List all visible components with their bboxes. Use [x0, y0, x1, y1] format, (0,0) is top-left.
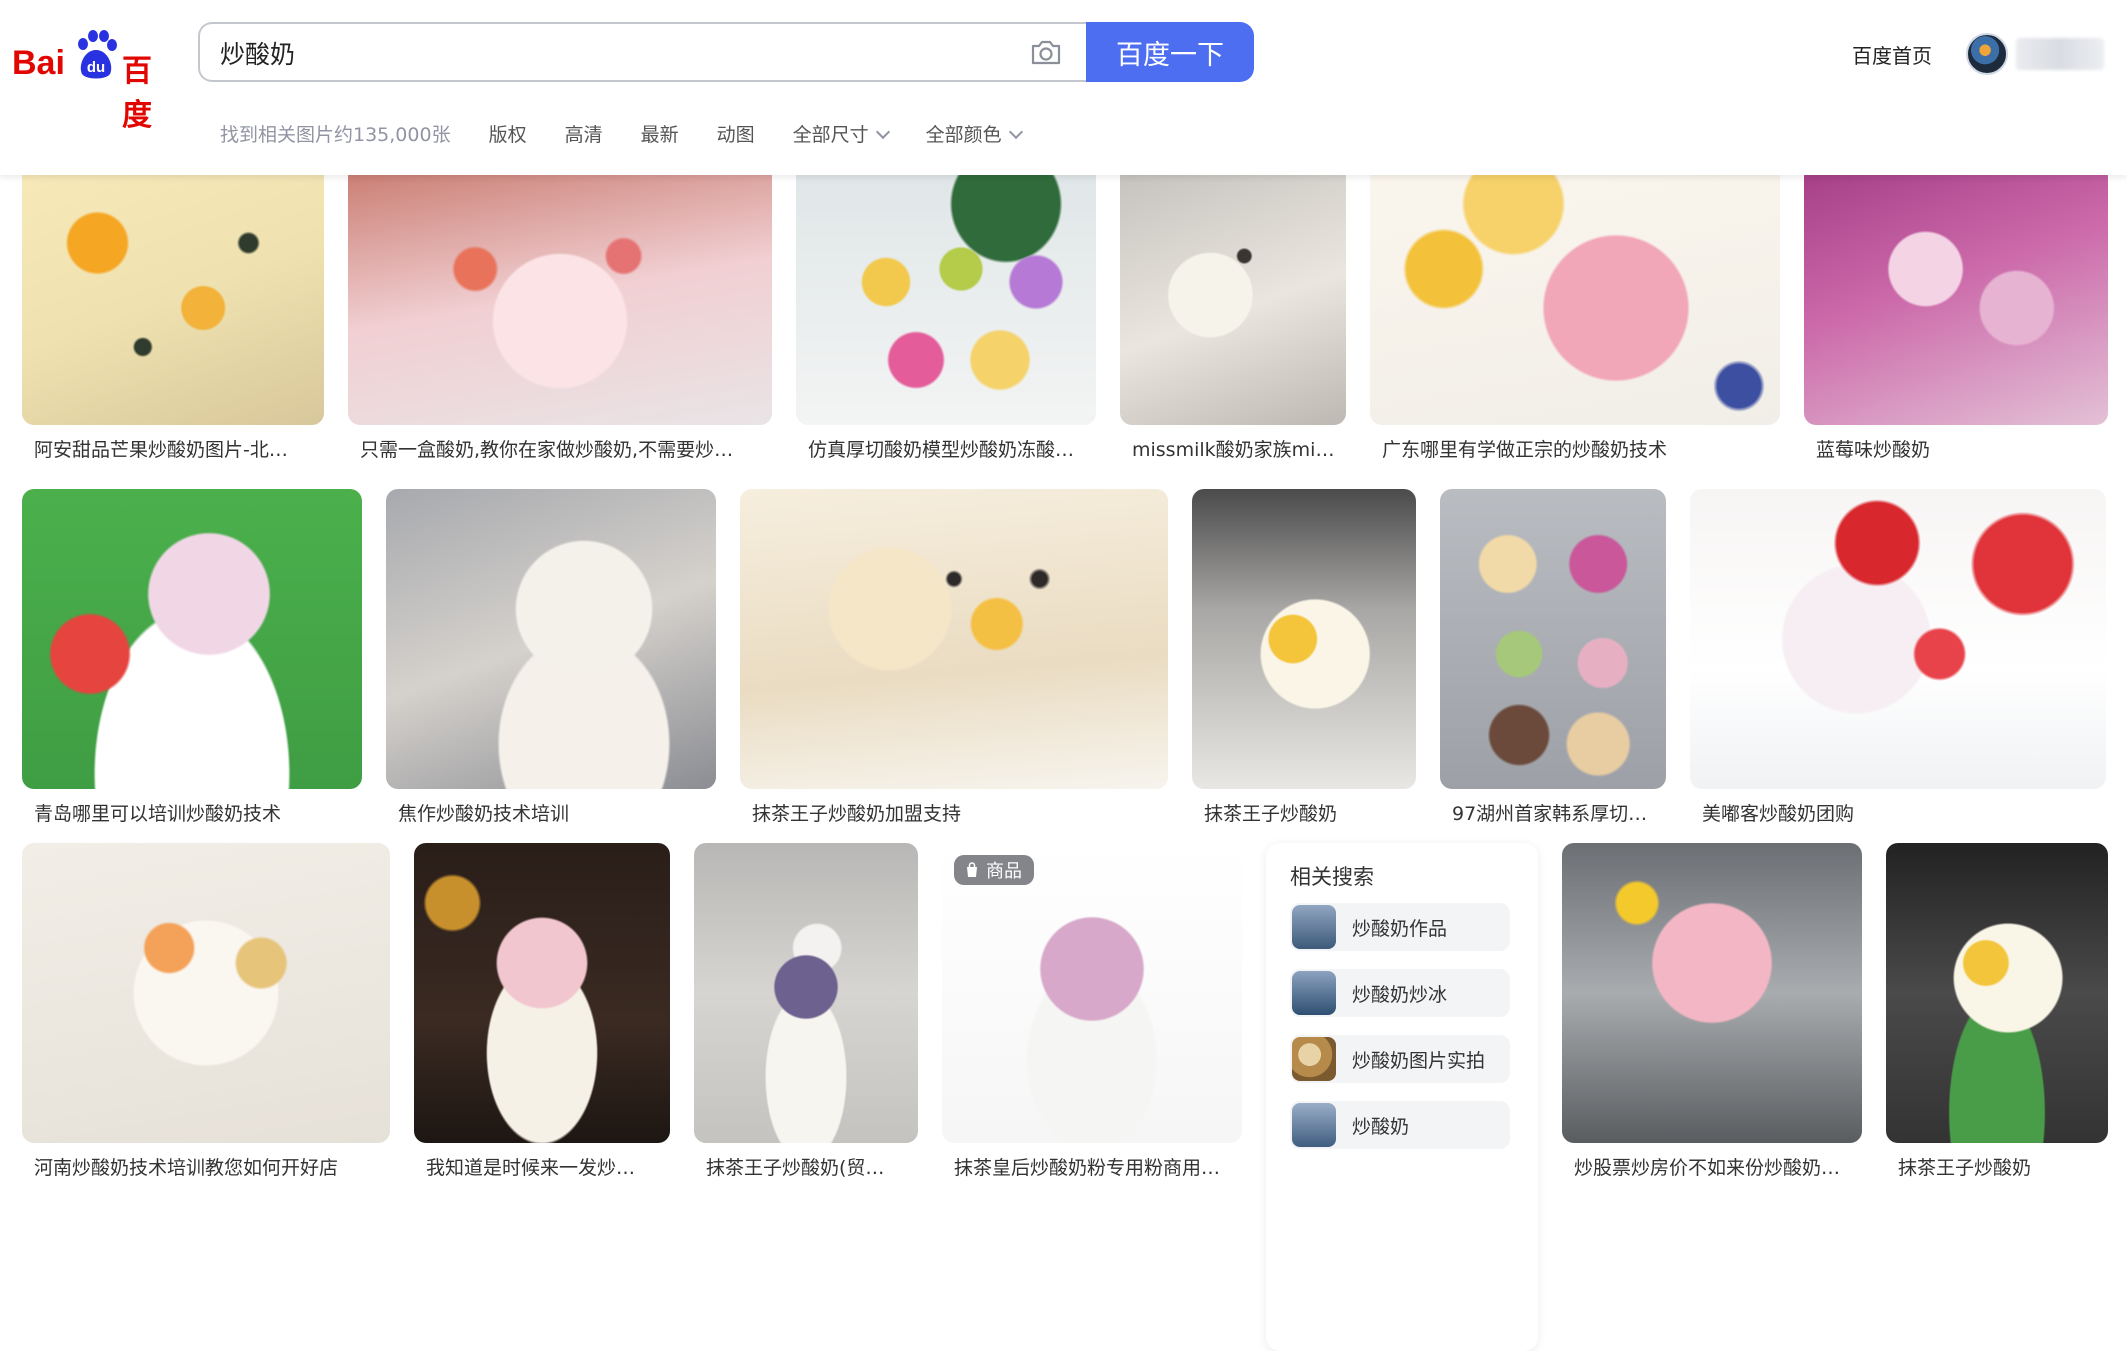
- result-image[interactable]: [1192, 489, 1416, 789]
- baidu-home-link[interactable]: 百度首页: [1852, 40, 1932, 69]
- result-caption[interactable]: 抹茶王子炒酸奶加盟支持: [752, 799, 1160, 826]
- chevron-down-icon: [875, 124, 890, 139]
- result-image[interactable]: [694, 843, 918, 1143]
- result-card[interactable]: 仿真厚切酸奶模型炒酸奶冻酸…: [796, 165, 1096, 465]
- result-card[interactable]: 焦作炒酸奶技术培训: [386, 489, 716, 829]
- related-search-label: 炒酸奶: [1352, 1115, 1410, 1138]
- svg-text:du: du: [87, 59, 105, 76]
- related-search-label: 炒酸奶图片实拍: [1352, 1049, 1486, 1072]
- filter-color-label: 全部颜色: [925, 123, 1002, 146]
- result-caption[interactable]: 仿真厚切酸奶模型炒酸奶冻酸…: [808, 435, 1088, 462]
- username-blurred[interactable]: [2016, 38, 2104, 70]
- result-image[interactable]: [22, 489, 362, 789]
- result-image[interactable]: [1562, 843, 1862, 1143]
- filter-newest[interactable]: 最新: [641, 120, 679, 147]
- product-badge-label: 商品: [986, 861, 1022, 882]
- result-caption[interactable]: 广东哪里有学做正宗的炒酸奶技术: [1382, 435, 1772, 462]
- result-caption[interactable]: 97湖州首家韩系厚切…: [1452, 799, 1658, 826]
- result-card[interactable]: 美嘟客炒酸奶团购: [1690, 489, 2106, 829]
- filter-animated[interactable]: 动图: [717, 120, 755, 147]
- filter-bar: 找到相关图片约135,000张 版权 高清 最新 动图 全部尺寸 全部颜色: [220, 118, 1059, 148]
- result-caption[interactable]: 只需一盒酸奶,教你在家做炒酸奶,不需要炒…: [360, 435, 760, 462]
- result-image[interactable]: [1370, 165, 1780, 425]
- related-searches-title: 相关搜索: [1290, 865, 1374, 889]
- related-search-item[interactable]: 炒酸奶炒冰: [1290, 969, 1510, 1017]
- search-input[interactable]: [220, 36, 980, 70]
- result-image[interactable]: [22, 165, 324, 425]
- result-card[interactable]: 抹茶王子炒酸奶: [1886, 843, 2108, 1183]
- related-thumb: [1292, 905, 1336, 949]
- result-image[interactable]: [1690, 489, 2106, 789]
- related-searches-panel: 相关搜索 炒酸奶作品 炒酸奶炒冰 炒酸奶图片实拍 炒酸奶: [1266, 843, 1538, 1351]
- result-caption[interactable]: 我知道是时候来一发炒…: [426, 1153, 662, 1180]
- result-card[interactable]: 我知道是时候来一发炒…: [414, 843, 670, 1183]
- result-caption[interactable]: 抹茶皇后炒酸奶粉专用粉商用…: [954, 1153, 1234, 1180]
- result-image[interactable]: [348, 165, 772, 425]
- result-image[interactable]: [22, 843, 390, 1143]
- result-caption[interactable]: 抹茶王子炒酸奶(贸…: [706, 1153, 910, 1180]
- search-button[interactable]: 百度一下: [1086, 22, 1254, 82]
- top-bar: Bai du 百度 百度一下 百度首页 找到相关图片约135,000张 版权 高…: [0, 0, 2127, 175]
- filter-size-dropdown[interactable]: 全部尺寸: [792, 120, 890, 147]
- result-image[interactable]: [1886, 843, 2108, 1143]
- result-card[interactable]: 抹茶王子炒酸奶(贸…: [694, 843, 918, 1183]
- result-caption[interactable]: 青岛哪里可以培训炒酸奶技术: [34, 799, 354, 826]
- result-card[interactable]: 抹茶王子炒酸奶: [1192, 489, 1416, 829]
- result-card[interactable]: 抹茶王子炒酸奶加盟支持: [740, 489, 1168, 829]
- result-caption[interactable]: 焦作炒酸奶技术培训: [398, 799, 708, 826]
- related-search-item[interactable]: 炒酸奶: [1290, 1101, 1510, 1149]
- result-card[interactable]: 河南炒酸奶技术培训教您如何开好店: [22, 843, 390, 1183]
- result-card[interactable]: 炒股票炒房价不如来份炒酸奶…: [1562, 843, 1862, 1183]
- result-caption[interactable]: 炒股票炒房价不如来份炒酸奶…: [1574, 1153, 1854, 1180]
- result-card[interactable]: 商品 抹茶皇后炒酸奶粉专用粉商用…: [942, 843, 1242, 1183]
- related-thumb: [1292, 1037, 1336, 1081]
- result-image[interactable]: [386, 489, 716, 789]
- related-search-item[interactable]: 炒酸奶作品: [1290, 903, 1510, 951]
- result-image[interactable]: [1120, 165, 1346, 425]
- result-image[interactable]: [740, 489, 1168, 789]
- search-box[interactable]: [198, 22, 1088, 82]
- result-image[interactable]: [942, 843, 1242, 1143]
- result-card[interactable]: 蓝莓味炒酸奶: [1804, 165, 2108, 465]
- related-search-label: 炒酸奶炒冰: [1352, 983, 1448, 1006]
- filter-copyright[interactable]: 版权: [489, 120, 527, 147]
- related-thumb: [1292, 1103, 1336, 1147]
- result-card[interactable]: 97湖州首家韩系厚切…: [1440, 489, 1666, 829]
- shopping-bag-icon: [967, 862, 977, 877]
- result-card[interactable]: missmilk酸奶家族mi…: [1120, 165, 1346, 465]
- result-image[interactable]: [414, 843, 670, 1143]
- result-image[interactable]: [1440, 489, 1666, 789]
- result-caption[interactable]: missmilk酸奶家族mi…: [1132, 435, 1338, 462]
- logo-text-latin: Bai: [12, 44, 65, 82]
- result-caption[interactable]: 阿安甜品芒果炒酸奶图片-北…: [34, 435, 314, 462]
- result-image[interactable]: [1804, 165, 2108, 425]
- baidu-logo[interactable]: Bai du 百度: [12, 26, 172, 133]
- related-search-item[interactable]: 炒酸奶图片实拍: [1290, 1035, 1510, 1083]
- filter-hd[interactable]: 高清: [565, 120, 603, 147]
- result-caption[interactable]: 河南炒酸奶技术培训教您如何开好店: [34, 1153, 382, 1180]
- result-image[interactable]: [796, 165, 1096, 425]
- result-caption[interactable]: 抹茶王子炒酸奶: [1898, 1153, 2100, 1180]
- paw-logo-icon: du: [78, 30, 117, 79]
- filter-size-label: 全部尺寸: [792, 123, 869, 146]
- chevron-down-icon: [1008, 124, 1023, 139]
- image-results-grid: 阿安甜品芒果炒酸奶图片-北… 只需一盒酸奶,教你在家做炒酸奶,不需要炒… 仿真厚…: [0, 165, 2127, 1351]
- result-caption[interactable]: 蓝莓味炒酸奶: [1816, 435, 2100, 462]
- result-caption[interactable]: 抹茶王子炒酸奶: [1204, 799, 1408, 826]
- product-badge: 商品: [954, 855, 1034, 885]
- result-card[interactable]: 青岛哪里可以培训炒酸奶技术: [22, 489, 362, 829]
- related-thumb: [1292, 971, 1336, 1015]
- result-card[interactable]: 阿安甜品芒果炒酸奶图片-北…: [22, 165, 324, 465]
- result-caption[interactable]: 美嘟客炒酸奶团购: [1702, 799, 2098, 826]
- related-search-label: 炒酸奶作品: [1352, 917, 1448, 940]
- result-count: 找到相关图片约135,000张: [220, 123, 451, 146]
- result-card[interactable]: 只需一盒酸奶,教你在家做炒酸奶,不需要炒…: [348, 165, 772, 465]
- camera-icon[interactable]: [1030, 38, 1062, 66]
- logo-text-cn: 百度: [122, 54, 152, 133]
- result-card[interactable]: 广东哪里有学做正宗的炒酸奶技术: [1370, 165, 1780, 465]
- user-avatar[interactable]: [1966, 33, 2008, 75]
- filter-color-dropdown[interactable]: 全部颜色: [925, 120, 1023, 147]
